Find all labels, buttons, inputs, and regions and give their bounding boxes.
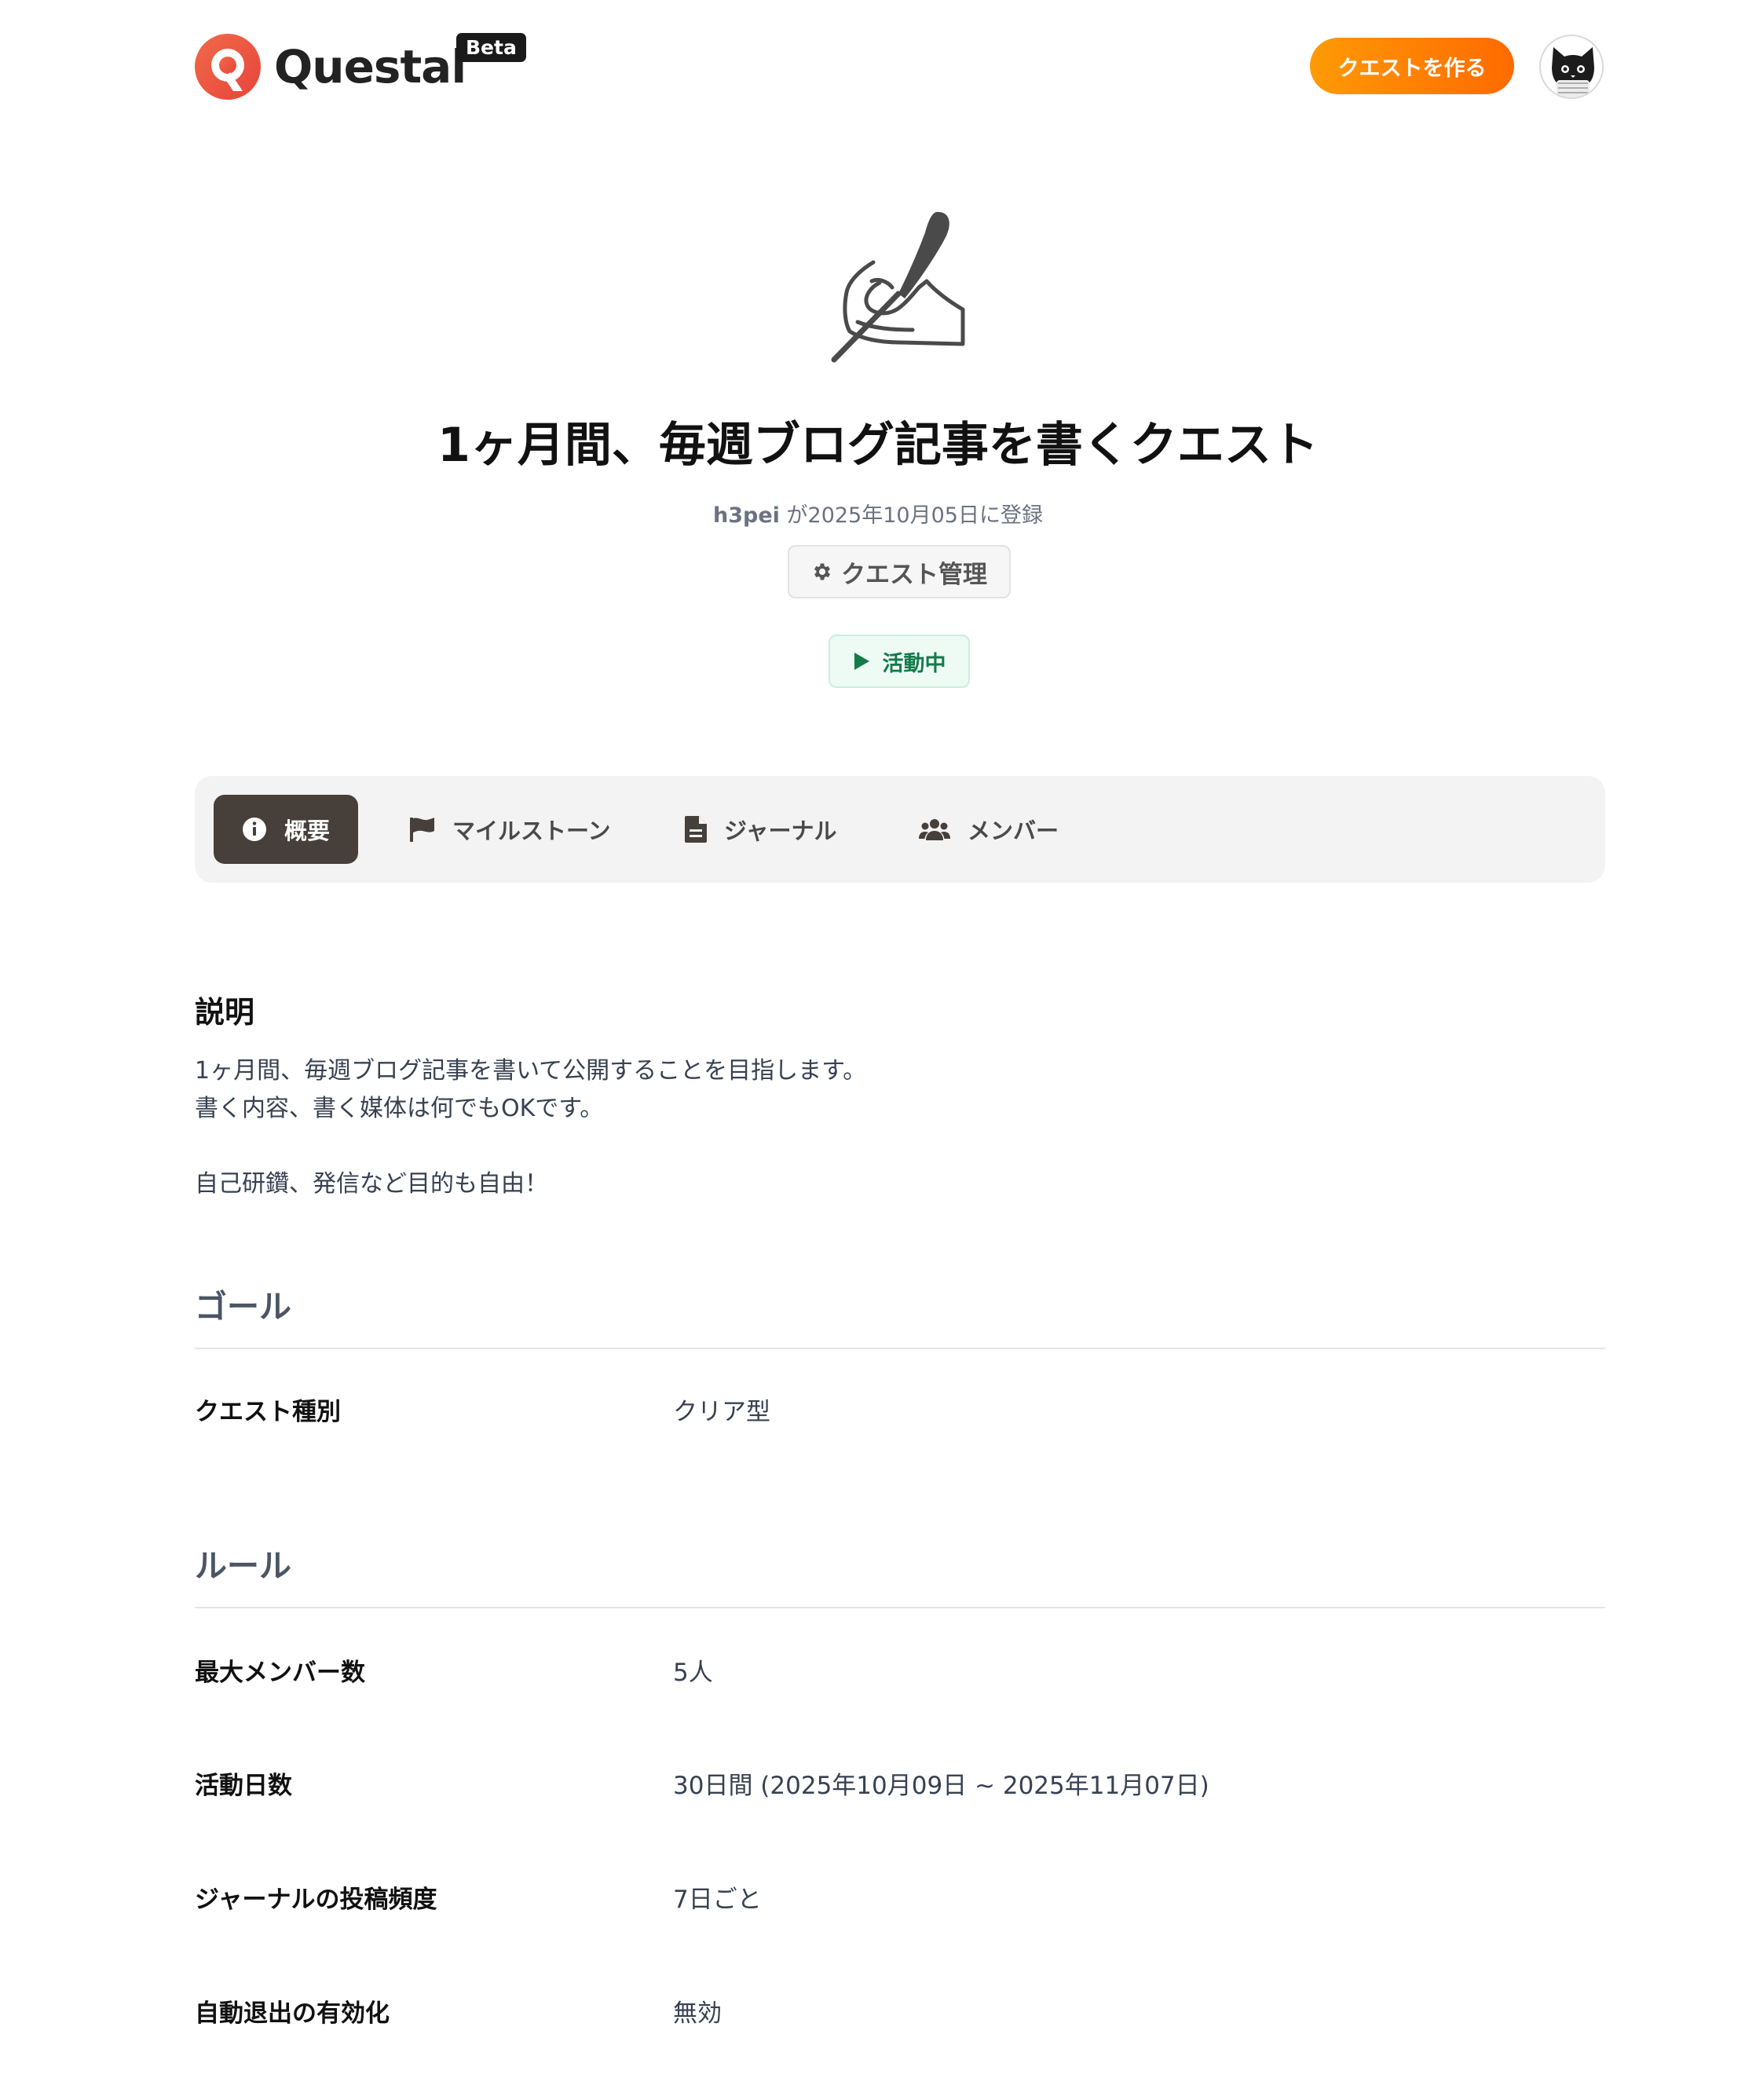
auto-leave-label: 自動退出の有効化 xyxy=(195,1999,390,2028)
beta-badge: Beta xyxy=(456,33,526,62)
rules-heading: ルール xyxy=(195,1547,291,1585)
tab-label: ジャーナル xyxy=(724,818,837,844)
quest-manage-button[interactable]: クエスト管理 xyxy=(788,545,1011,598)
tab-label: 概要 xyxy=(284,818,330,844)
quest-type-label: クエスト種別 xyxy=(195,1398,341,1426)
quest-type-value: クリア型 xyxy=(673,1398,770,1426)
site-header: Questal Beta クエストを作る xyxy=(0,0,1756,134)
tab-overview[interactable]: 概要 xyxy=(214,795,358,864)
flag-icon xyxy=(410,818,434,842)
logo[interactable]: Questal Beta xyxy=(194,30,526,104)
description-heading: 説明 xyxy=(195,995,255,1030)
users-icon xyxy=(919,819,950,840)
activity-days-value: 30日間 (2025年10月09日 ~ 2025年11月07日) xyxy=(673,1772,1209,1800)
max-members-value: 5人 xyxy=(673,1659,713,1687)
play-icon xyxy=(854,653,869,670)
max-members-label: 最大メンバー数 xyxy=(195,1659,365,1687)
quest-title: 1ヶ月間、毎週ブログ記事を書くクエスト xyxy=(437,418,1319,473)
journal-frequency-value: 7日ごと xyxy=(673,1886,762,1914)
tab-label: マイルストーン xyxy=(452,818,611,844)
logo-mark-icon xyxy=(194,33,262,101)
tab-milestones[interactable]: マイルストーン xyxy=(382,795,638,864)
tab-journal[interactable]: ジャーナル xyxy=(658,795,864,864)
document-icon xyxy=(685,816,707,843)
quest-meta: h3pei が2025年10月05日に登録 xyxy=(0,498,1756,529)
quest-manage-label: クエスト管理 xyxy=(841,560,987,589)
goal-heading: ゴール xyxy=(195,1288,291,1326)
status-label: 活動中 xyxy=(882,651,946,676)
registered-date: が2025年10月05日に登録 xyxy=(779,503,1043,528)
logo-text: Questal xyxy=(274,40,466,93)
goal-divider xyxy=(195,1348,1605,1349)
journal-frequency-label: ジャーナルの投稿頻度 xyxy=(195,1886,437,1914)
rules-divider xyxy=(195,1607,1605,1608)
tab-label: メンバー xyxy=(968,818,1059,844)
info-icon xyxy=(242,818,266,841)
gear-icon xyxy=(814,563,831,580)
avatar[interactable] xyxy=(1539,35,1604,99)
cat-avatar-icon xyxy=(1542,37,1602,97)
description-line xyxy=(195,1128,866,1165)
status-badge: 活動中 xyxy=(829,635,970,688)
activity-days-label: 活動日数 xyxy=(195,1772,292,1800)
author-link[interactable]: h3pei xyxy=(713,503,780,528)
create-quest-button[interactable]: クエストを作る xyxy=(1310,38,1514,94)
auto-leave-value: 無効 xyxy=(673,1999,722,2028)
tab-members[interactable]: メンバー xyxy=(892,795,1085,864)
description-text: 1ヶ月間、毎週ブログ記事を書いて公開することを目指します。 書く内容、書く媒体は… xyxy=(195,1052,866,1203)
description-line: 書く内容、書く媒体は何でもOKです。 xyxy=(195,1095,604,1122)
quill-writing-icon xyxy=(826,206,968,363)
description-line: 自己研鑽、発信など目的も自由！ xyxy=(195,1170,548,1198)
tab-bar: 概要 マイルストーン ジャーナル メンバー xyxy=(195,776,1605,883)
description-line: 1ヶ月間、毎週ブログ記事を書いて公開することを目指します。 xyxy=(195,1057,867,1085)
